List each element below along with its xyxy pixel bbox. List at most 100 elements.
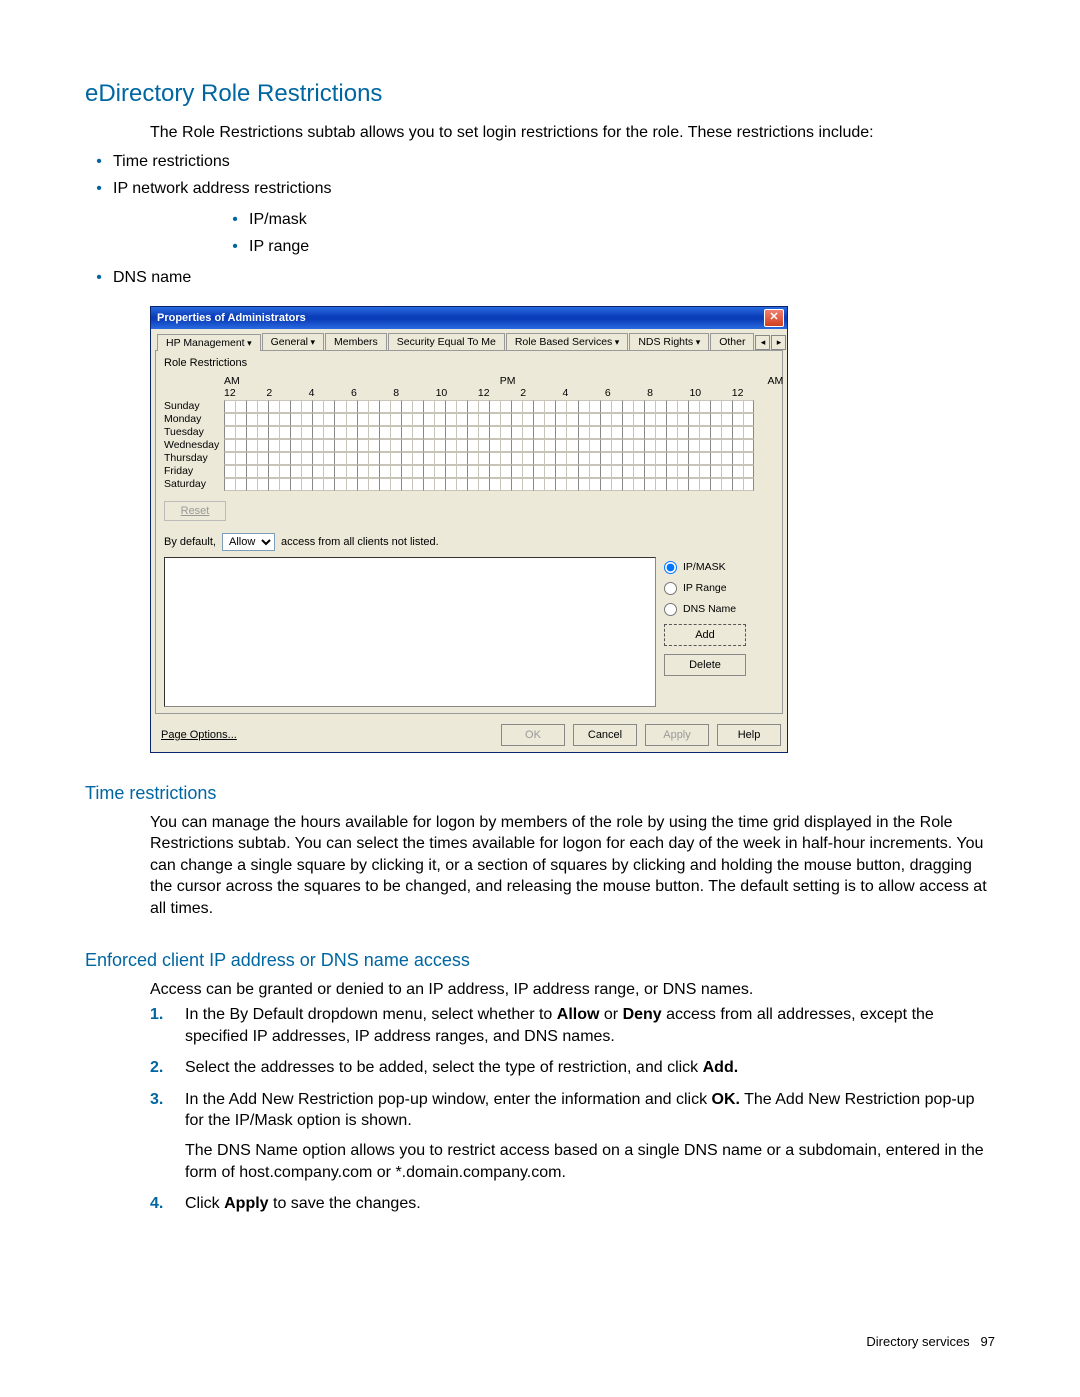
delete-button[interactable]: Delete: [664, 654, 746, 676]
time-cell[interactable]: [379, 465, 390, 478]
time-cell[interactable]: [412, 452, 423, 465]
time-cell[interactable]: [666, 400, 677, 413]
time-cell[interactable]: [246, 439, 257, 452]
time-cell[interactable]: [622, 452, 633, 465]
time-cell[interactable]: [677, 426, 688, 439]
radio-dns-input[interactable]: [664, 603, 677, 616]
time-cell[interactable]: [743, 439, 754, 452]
time-cell[interactable]: [467, 439, 478, 452]
time-cell[interactable]: [456, 478, 467, 491]
time-cell[interactable]: [533, 465, 544, 478]
time-cell[interactable]: [677, 439, 688, 452]
time-cell[interactable]: [401, 465, 412, 478]
time-cell[interactable]: [710, 465, 721, 478]
time-cell[interactable]: [544, 439, 555, 452]
time-cell[interactable]: [268, 478, 279, 491]
time-cell[interactable]: [478, 400, 489, 413]
time-cell[interactable]: [268, 426, 279, 439]
time-cell[interactable]: [489, 426, 500, 439]
time-cell[interactable]: [566, 426, 577, 439]
time-cell[interactable]: [555, 426, 566, 439]
time-cell[interactable]: [611, 400, 622, 413]
ok-button[interactable]: OK: [501, 724, 565, 746]
time-cell[interactable]: [456, 452, 467, 465]
time-cell[interactable]: [611, 465, 622, 478]
time-cell[interactable]: [412, 413, 423, 426]
time-cell[interactable]: [677, 400, 688, 413]
default-access-select[interactable]: Allow: [222, 533, 275, 551]
time-cell[interactable]: [412, 478, 423, 491]
time-cell[interactable]: [401, 452, 412, 465]
time-cell[interactable]: [688, 478, 699, 491]
time-cell[interactable]: [401, 400, 412, 413]
time-cell[interactable]: [323, 465, 334, 478]
time-cell[interactable]: [743, 426, 754, 439]
time-cell[interactable]: [500, 465, 511, 478]
time-cell[interactable]: [589, 478, 600, 491]
time-cell[interactable]: [334, 465, 345, 478]
time-cell[interactable]: [456, 400, 467, 413]
time-cell[interactable]: [235, 452, 246, 465]
time-cell[interactable]: [434, 426, 445, 439]
time-cell[interactable]: [312, 413, 323, 426]
time-cell[interactable]: [445, 400, 456, 413]
time-cell[interactable]: [323, 452, 334, 465]
time-cell[interactable]: [633, 478, 644, 491]
time-cell[interactable]: [301, 426, 312, 439]
time-cell[interactable]: [522, 400, 533, 413]
help-button[interactable]: Help: [717, 724, 781, 746]
time-cell[interactable]: [323, 439, 334, 452]
time-cell[interactable]: [677, 478, 688, 491]
time-cell[interactable]: [467, 413, 478, 426]
time-cell[interactable]: [445, 478, 456, 491]
time-cell[interactable]: [677, 465, 688, 478]
time-cell[interactable]: [257, 426, 268, 439]
time-cell[interactable]: [655, 439, 666, 452]
time-cell[interactable]: [633, 413, 644, 426]
time-cell[interactable]: [589, 426, 600, 439]
time-cell[interactable]: [489, 465, 500, 478]
time-cell[interactable]: [544, 413, 555, 426]
tab-nds-rights[interactable]: NDS Rights: [629, 333, 709, 350]
time-cell[interactable]: [423, 452, 434, 465]
time-cell[interactable]: [511, 413, 522, 426]
time-cell[interactable]: [401, 439, 412, 452]
time-cell[interactable]: [412, 400, 423, 413]
time-cell[interactable]: [555, 465, 566, 478]
time-cell[interactable]: [346, 413, 357, 426]
time-cell[interactable]: [710, 452, 721, 465]
time-cell[interactable]: [301, 465, 312, 478]
time-cell[interactable]: [423, 439, 434, 452]
time-cell[interactable]: [478, 413, 489, 426]
time-cell[interactable]: [257, 413, 268, 426]
time-cell[interactable]: [423, 465, 434, 478]
time-cell[interactable]: [390, 478, 401, 491]
time-cell[interactable]: [566, 400, 577, 413]
time-cell[interactable]: [655, 465, 666, 478]
cancel-button[interactable]: Cancel: [573, 724, 637, 746]
time-cell[interactable]: [710, 426, 721, 439]
time-cell[interactable]: [732, 426, 743, 439]
time-cell[interactable]: [445, 452, 456, 465]
time-cell[interactable]: [290, 478, 301, 491]
time-cell[interactable]: [334, 400, 345, 413]
time-cell[interactable]: [721, 413, 732, 426]
time-cell[interactable]: [434, 452, 445, 465]
time-cell[interactable]: [445, 426, 456, 439]
time-cell[interactable]: [721, 452, 732, 465]
time-cell[interactable]: [699, 478, 710, 491]
time-cell[interactable]: [390, 413, 401, 426]
time-cell[interactable]: [533, 478, 544, 491]
time-cell[interactable]: [688, 439, 699, 452]
time-cell[interactable]: [589, 400, 600, 413]
tab-other[interactable]: Other: [710, 333, 754, 350]
time-cell[interactable]: [478, 452, 489, 465]
time-cell[interactable]: [743, 400, 754, 413]
time-cell[interactable]: [456, 439, 467, 452]
time-cell[interactable]: [434, 413, 445, 426]
time-cell[interactable]: [224, 400, 235, 413]
time-cell[interactable]: [688, 426, 699, 439]
time-cell[interactable]: [368, 413, 379, 426]
time-cell[interactable]: [688, 400, 699, 413]
time-cell[interactable]: [423, 413, 434, 426]
